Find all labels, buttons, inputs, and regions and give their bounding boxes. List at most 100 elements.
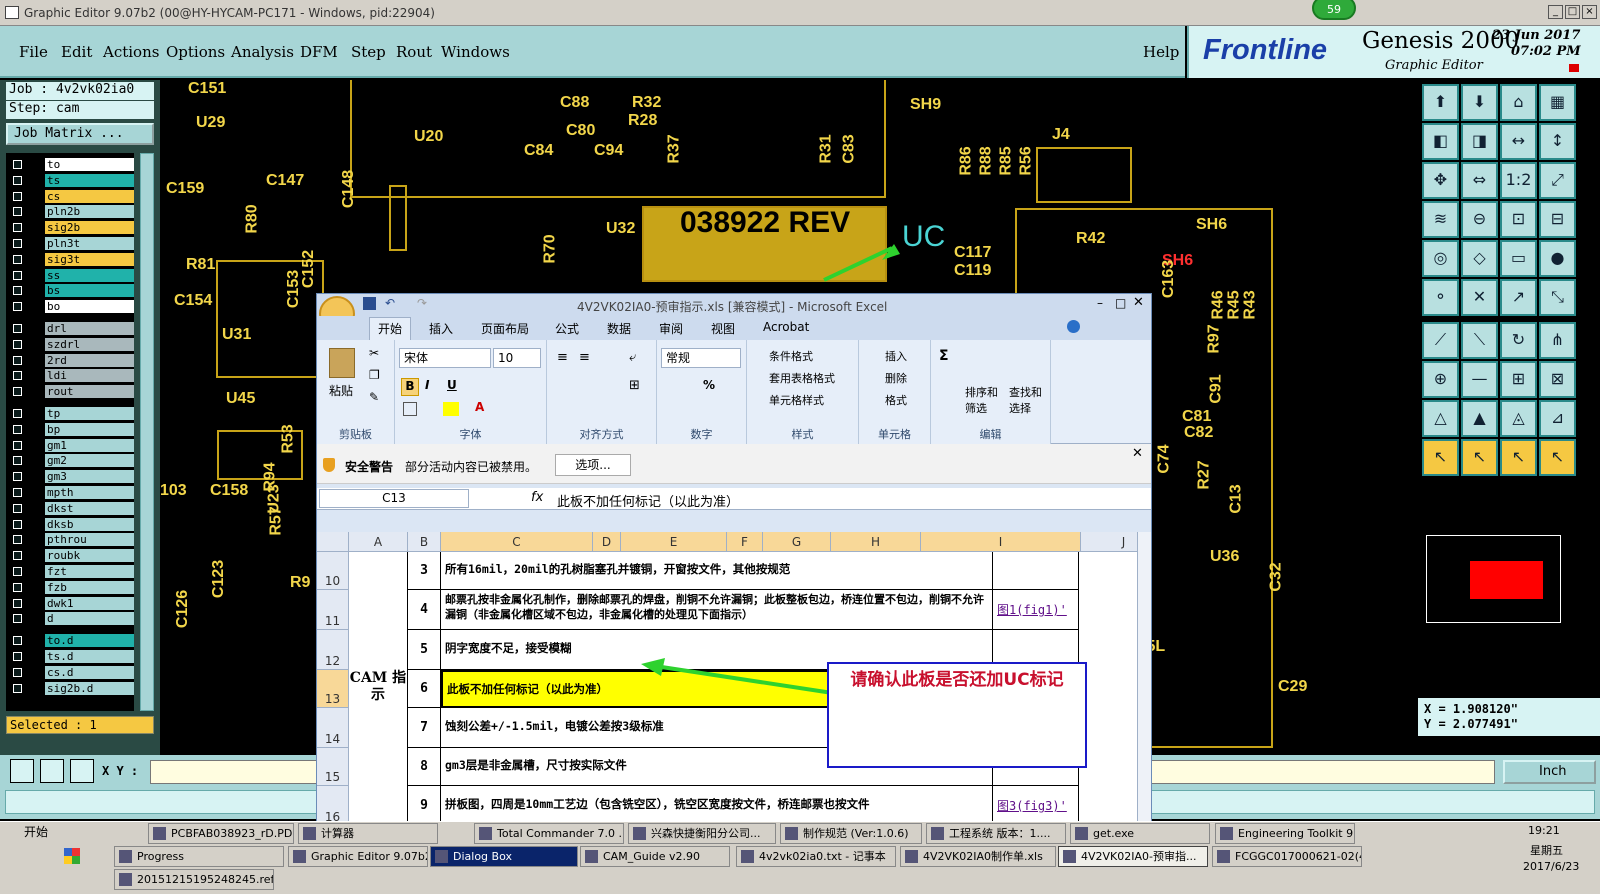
italic-button[interactable]: I: [425, 378, 429, 392]
menu-actions[interactable]: Actions: [103, 43, 159, 61]
row-header[interactable]: 14: [317, 708, 349, 748]
start-button[interactable]: 开始: [2, 822, 62, 844]
layer-row-ldi[interactable]: ldi: [10, 369, 134, 383]
redo-icon[interactable]: ↷: [417, 296, 427, 310]
item-number-cell[interactable]: 4: [408, 590, 441, 630]
scale-tool-icon[interactable]: 1:2: [1500, 162, 1537, 199]
font-size-select[interactable]: 10: [493, 348, 541, 368]
item-number-cell[interactable]: 7: [408, 708, 441, 748]
taskbar-item[interactable]: Progress: [114, 846, 284, 867]
corner-tool-icon[interactable]: ⊿: [1539, 400, 1576, 437]
layer-row-tp[interactable]: tp: [10, 407, 134, 421]
layer-row-gm3[interactable]: gm3: [10, 470, 134, 484]
layer-checkbox[interactable]: [13, 302, 22, 312]
item-number-cell[interactable]: 8: [408, 748, 441, 786]
snap-icon[interactable]: [10, 759, 34, 783]
item-number-cell[interactable]: 5: [408, 630, 441, 670]
vertical-scrollbar[interactable]: [1137, 532, 1151, 824]
layer-row-pthrou[interactable]: pthrou: [10, 533, 134, 547]
close-security-bar[interactable]: ✕: [1132, 446, 1143, 461]
delete-cells-button[interactable]: 删除: [885, 370, 907, 386]
taskbar-item[interactable]: FCGGC017000621-02(4....: [1212, 846, 1362, 867]
layer-row-mpth[interactable]: mpth: [10, 486, 134, 500]
layer-checkbox[interactable]: [13, 424, 22, 434]
layer-checkbox[interactable]: [13, 582, 22, 592]
layer-checkbox[interactable]: [13, 175, 22, 185]
taskbar-item[interactable]: 4V2VK02IA0-预审指...: [1058, 846, 1208, 867]
measure-icon[interactable]: [40, 759, 64, 783]
column-header-J[interactable]: J: [1081, 532, 1137, 552]
layer-row-drl[interactable]: drl: [10, 322, 134, 336]
taskbar-item[interactable]: PCBFAB038923_rD.PD...: [148, 823, 294, 844]
row-header[interactable]: 16: [317, 786, 349, 824]
ring-tool-icon[interactable]: ⚬: [1422, 279, 1459, 316]
fill-triangle-tool-icon[interactable]: ▲: [1461, 400, 1498, 437]
zoom-in-tool-icon[interactable]: ◧: [1422, 123, 1459, 160]
layer-checkbox[interactable]: [13, 683, 22, 693]
item-number-cell[interactable]: 9: [408, 786, 441, 824]
align-left-icon[interactable]: ≡: [557, 350, 568, 365]
layer-checkbox[interactable]: [13, 488, 22, 497]
layer-checkbox[interactable]: [13, 270, 22, 280]
paste-icon[interactable]: [329, 348, 355, 378]
bold-button[interactable]: B: [401, 378, 419, 396]
taskbar-item[interactable]: 计算器: [298, 823, 438, 844]
layer-row-dksb[interactable]: dksb: [10, 517, 134, 532]
layer-row-dkst[interactable]: dkst: [10, 501, 134, 516]
rotate-tool-icon[interactable]: ↻: [1500, 322, 1537, 359]
triangle-tool-icon[interactable]: △: [1422, 400, 1459, 437]
menu-options[interactable]: Options: [166, 43, 225, 61]
layer-checkbox[interactable]: [13, 636, 22, 646]
number-format-select[interactable]: 常规: [661, 348, 741, 368]
layer-checkbox[interactable]: [13, 223, 22, 233]
layer-scrollbar[interactable]: [140, 153, 154, 711]
row-header[interactable]: 11: [317, 590, 349, 630]
home-tool-icon[interactable]: ⌂: [1500, 84, 1537, 121]
pan-horizontal-tool-icon[interactable]: ↔: [1500, 123, 1537, 160]
figure-link-cell[interactable]: [993, 552, 1079, 590]
function-icon[interactable]: fx: [531, 490, 543, 505]
format-painter-icon[interactable]: ✎: [369, 390, 379, 404]
align-center-icon[interactable]: ≡: [579, 350, 590, 365]
minimize-button[interactable]: _: [1548, 5, 1563, 19]
layer-checkbox[interactable]: [13, 535, 22, 545]
menu-step[interactable]: Step: [351, 43, 386, 61]
layer-row-sig2b[interactable]: sig2b: [10, 221, 134, 235]
format-cells-button[interactable]: 格式: [885, 392, 907, 408]
layer-row-bp[interactable]: bp: [10, 422, 134, 437]
expand-tool-icon[interactable]: ⤢: [1539, 162, 1576, 199]
overview-map[interactable]: [1426, 535, 1561, 623]
layer-row-gm2[interactable]: gm2: [10, 454, 134, 468]
conditional-format-button[interactable]: 条件格式: [769, 348, 813, 364]
layer-row-ts[interactable]: ts: [10, 173, 134, 188]
row-header[interactable]: 12: [317, 630, 349, 670]
cell-styles-button[interactable]: 单元格样式: [769, 392, 824, 408]
layer-checkbox[interactable]: [13, 456, 22, 466]
cut-icon[interactable]: ✂: [369, 346, 379, 360]
help-icon[interactable]: [1067, 320, 1080, 333]
layer-checkbox[interactable]: [13, 567, 22, 576]
instruction-cell[interactable]: 邮票孔按非金属化孔制作，删除邮票孔的焊盘，削铜不允许漏铜；此板整板包边，桥连位置…: [441, 590, 993, 630]
layer-checkbox[interactable]: [13, 160, 22, 169]
merged-cell-a[interactable]: CAM 指示: [349, 552, 408, 824]
layer-checkbox[interactable]: [13, 519, 22, 529]
layer-checkbox[interactable]: [13, 286, 22, 296]
ribbon-tab-4[interactable]: 数据: [599, 320, 639, 337]
zoom-window-tool-icon[interactable]: ▦: [1539, 84, 1576, 121]
layer-row-roubk[interactable]: roubk: [10, 549, 134, 563]
pad-tool-icon[interactable]: ●: [1539, 240, 1576, 277]
layer-checkbox[interactable]: [13, 472, 22, 482]
undo-icon[interactable]: ↶: [385, 296, 395, 310]
column-header-D[interactable]: D: [593, 532, 621, 552]
select-arrow-3-tool-icon[interactable]: ↖: [1500, 439, 1537, 476]
line-tool-icon[interactable]: ⟋: [1422, 322, 1459, 359]
column-header-G[interactable]: G: [763, 532, 831, 552]
taskbar-item[interactable]: get.exe: [1070, 823, 1210, 844]
instruction-cell[interactable]: 所有16mil，20mil的孔树脂塞孔并镀铜，开窗按文件，其他按规范: [441, 552, 993, 590]
column-header-E[interactable]: E: [621, 532, 727, 552]
select-arrow-alt-tool-icon[interactable]: ↖: [1461, 439, 1498, 476]
layer-checkbox[interactable]: [13, 387, 22, 397]
menu-windows[interactable]: Windows: [441, 43, 510, 61]
sum-icon[interactable]: Σ: [939, 348, 949, 364]
layer-row-to[interactable]: to: [10, 158, 134, 172]
